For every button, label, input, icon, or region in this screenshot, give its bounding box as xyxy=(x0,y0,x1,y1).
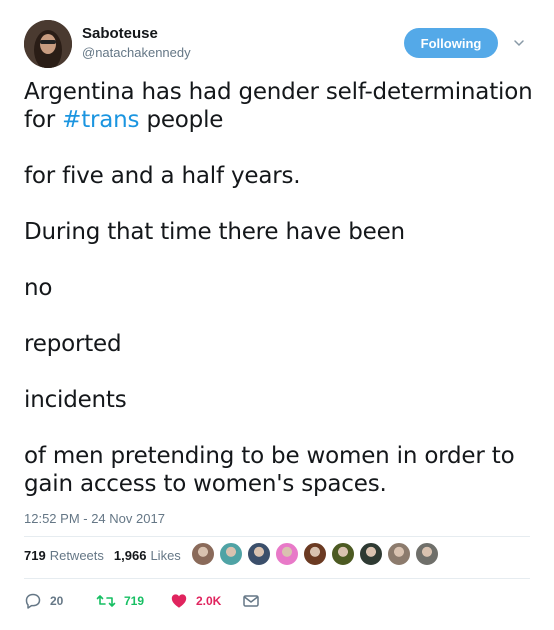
retweets-count: 719 xyxy=(24,548,46,563)
divider xyxy=(24,536,530,537)
tweet-timestamp[interactable]: 12:52 PM - 24 Nov 2017 xyxy=(24,511,165,526)
liker-avatar[interactable] xyxy=(359,542,383,566)
envelope-icon xyxy=(243,595,259,607)
retweet-button[interactable]: 719 xyxy=(96,592,170,610)
hashtag-link[interactable]: #trans xyxy=(62,107,139,133)
divider xyxy=(24,578,530,579)
liker-avatar[interactable] xyxy=(387,542,411,566)
reply-icon xyxy=(25,593,41,609)
tweet-paragraph: no xyxy=(24,275,53,301)
liker-avatars xyxy=(191,542,443,566)
following-button[interactable]: Following xyxy=(404,28,498,58)
tweet-paragraph: Argentina has had gender self-determinat… xyxy=(24,78,534,134)
tweet-paragraph: reported xyxy=(24,331,122,357)
tweet-paragraph: incidents xyxy=(24,387,127,413)
tweet-paragraph: of men pretending to be women in order t… xyxy=(24,443,515,497)
liker-avatar[interactable] xyxy=(219,542,243,566)
user-avatar[interactable] xyxy=(24,20,72,68)
heart-icon xyxy=(171,594,187,608)
liker-avatar[interactable] xyxy=(247,542,271,566)
liker-avatar[interactable] xyxy=(331,542,355,566)
tweet-text: Argentina has had gender self-determinat… xyxy=(24,78,534,498)
liker-avatar[interactable] xyxy=(415,542,439,566)
like-count: 2.0K xyxy=(196,594,222,608)
retweet-count: 719 xyxy=(124,594,145,608)
user-display-name[interactable]: Saboteuse xyxy=(82,25,158,42)
user-handle[interactable]: @natachakennedy xyxy=(82,45,191,60)
retweets-label: Retweets xyxy=(49,548,104,563)
tweet-actions: 20 719 2.0K xyxy=(24,592,260,610)
reply-button[interactable]: 20 xyxy=(24,592,82,610)
liker-avatar[interactable] xyxy=(303,542,327,566)
tweet-paragraph: for five and a half years. xyxy=(24,163,301,189)
retweet-icon xyxy=(96,595,116,607)
liker-avatar[interactable] xyxy=(191,542,215,566)
chevron-down-icon[interactable] xyxy=(512,36,526,50)
like-button[interactable]: 2.0K xyxy=(170,592,242,610)
likes-stat[interactable]: 1,966 Likes xyxy=(114,548,181,563)
likes-label: Likes xyxy=(150,548,181,563)
tweet-paragraph: During that time there have been xyxy=(24,219,405,245)
reply-count: 20 xyxy=(50,594,64,608)
tweet-text-segment: people xyxy=(139,107,224,133)
retweets-stat[interactable]: 719 Retweets xyxy=(24,548,104,563)
likes-count: 1,966 xyxy=(113,548,147,563)
liker-avatar[interactable] xyxy=(275,542,299,566)
tweet-card: Saboteuse @natachakennedy Following Arge… xyxy=(0,0,554,630)
direct-message-button[interactable] xyxy=(242,592,260,610)
engagement-stats: 719 Retweets 1,966 Likes xyxy=(24,548,191,563)
